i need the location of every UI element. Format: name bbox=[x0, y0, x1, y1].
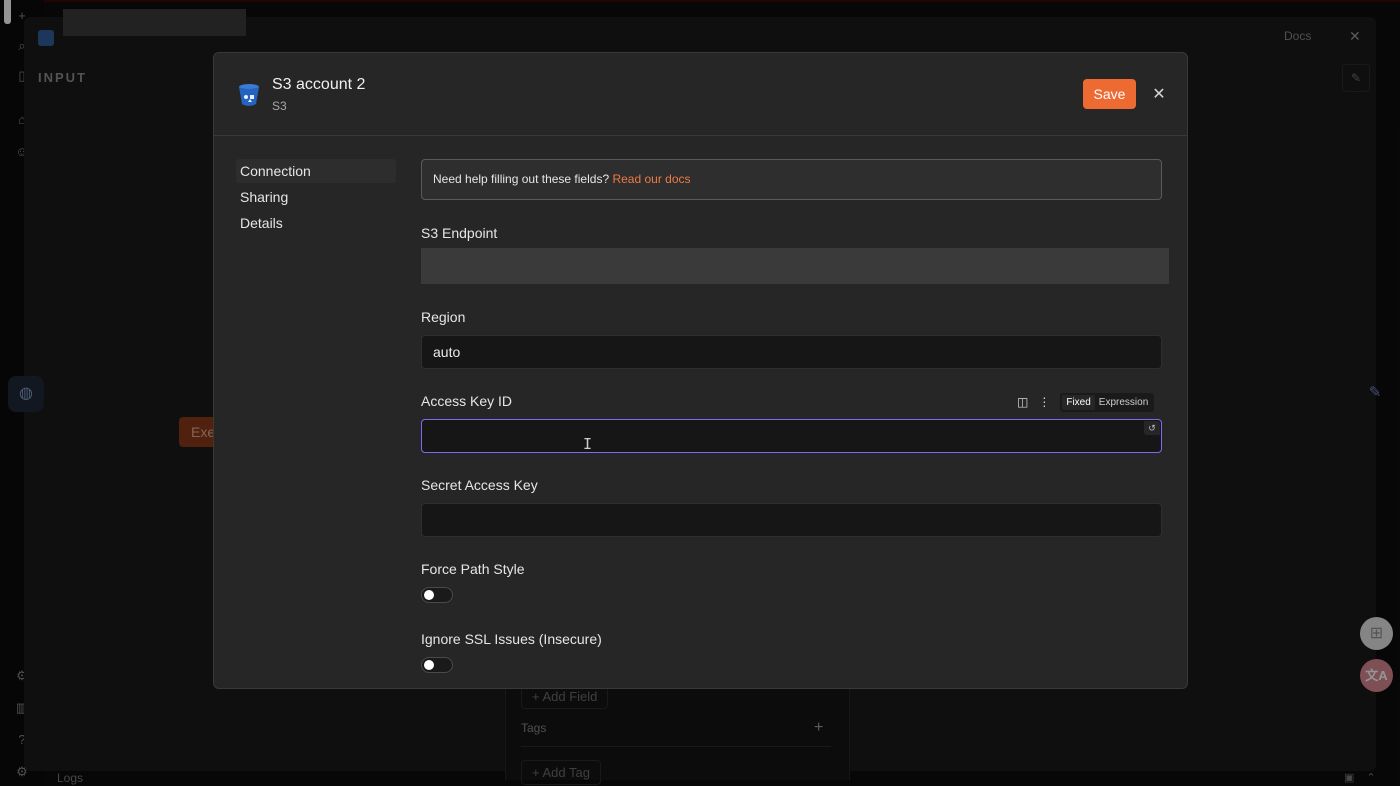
ignore-ssl-label: Ignore SSL Issues (Insecure) bbox=[421, 631, 602, 647]
value-mode-toggle: Fixed Expression bbox=[1060, 392, 1155, 412]
connection-form: Need help filling out these fields? Read… bbox=[421, 159, 1171, 688]
region-input[interactable] bbox=[421, 335, 1162, 369]
save-button[interactable]: Save bbox=[1083, 79, 1136, 109]
access-key-id-label: Access Key ID bbox=[421, 393, 513, 409]
reset-value-icon[interactable]: ↺ bbox=[1144, 421, 1160, 435]
s3-endpoint-label: S3 Endpoint bbox=[421, 225, 498, 241]
force-path-style-label: Force Path Style bbox=[421, 561, 525, 577]
nav-item-details[interactable]: Details bbox=[236, 211, 396, 235]
ignore-ssl-toggle[interactable] bbox=[421, 657, 453, 673]
nav-item-sharing[interactable]: Sharing bbox=[236, 185, 396, 209]
secret-access-key-label: Secret Access Key bbox=[421, 477, 538, 493]
help-text: Need help filling out these fields? bbox=[433, 172, 613, 186]
modal-header: S3 account 2 S3 Save ✕ bbox=[214, 53, 1187, 136]
read-docs-link[interactable]: Read our docs bbox=[612, 172, 690, 186]
modal-side-nav: Connection Sharing Details bbox=[236, 159, 396, 237]
nav-item-connection[interactable]: Connection bbox=[236, 159, 396, 183]
access-key-id-tools: ◫ ⋮ Fixed Expression bbox=[1017, 392, 1155, 412]
s3-bucket-icon bbox=[239, 84, 259, 106]
more-options-icon[interactable]: ⋮ bbox=[1038, 395, 1050, 409]
close-icon[interactable]: ✕ bbox=[1149, 84, 1169, 104]
modal-subtitle: S3 bbox=[272, 99, 287, 113]
access-key-id-input[interactable] bbox=[421, 419, 1162, 453]
panel-split-icon[interactable]: ◫ bbox=[1017, 395, 1028, 409]
toggle-knob bbox=[424, 590, 434, 600]
credential-modal: S3 account 2 S3 Save ✕ Connection Sharin… bbox=[213, 52, 1188, 689]
mode-expression[interactable]: Expression bbox=[1095, 395, 1152, 410]
mode-fixed[interactable]: Fixed bbox=[1062, 394, 1095, 410]
help-callout: Need help filling out these fields? Read… bbox=[421, 159, 1162, 200]
modal-title[interactable]: S3 account 2 bbox=[272, 76, 365, 94]
force-path-style-toggle[interactable] bbox=[421, 587, 453, 603]
s3-endpoint-input[interactable] bbox=[421, 248, 1169, 284]
toggle-knob bbox=[424, 660, 434, 670]
text-cursor-icon: I bbox=[583, 435, 593, 453]
secret-access-key-input[interactable] bbox=[421, 503, 1162, 537]
region-label: Region bbox=[421, 309, 466, 325]
